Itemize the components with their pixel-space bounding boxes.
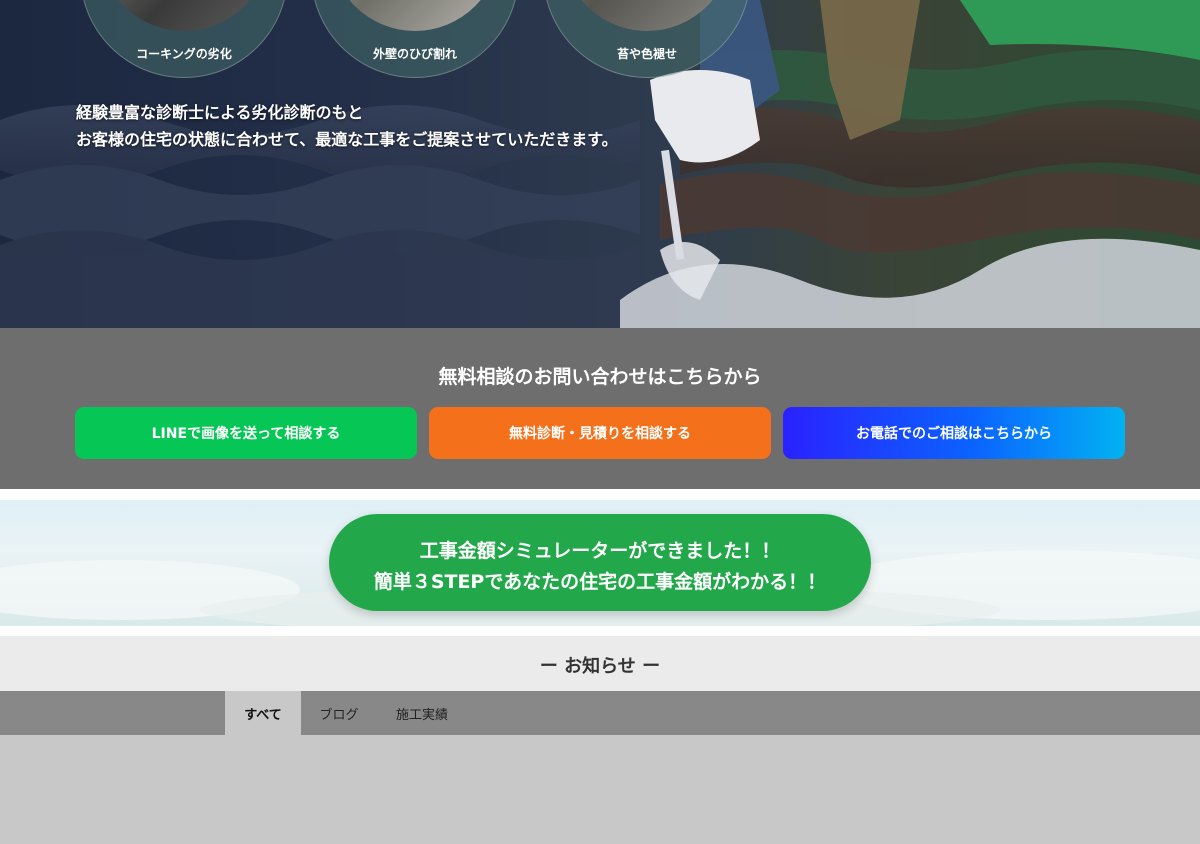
news-header: ー お知らせ ー xyxy=(0,636,1200,691)
tab-blog[interactable]: ブログ xyxy=(301,691,377,735)
hero-description: 経験豊富な診断士による劣化診断のもと お客様の住宅の状態に合わせて、最適な工事を… xyxy=(76,99,618,153)
circle-label: 外壁のひび割れ xyxy=(372,47,457,61)
news-list-area xyxy=(0,735,1200,844)
simulator-banner[interactable]: 工事金額シミュレーターができました！！ 簡単３STEPであなたの住宅の工事金額が… xyxy=(0,500,1200,626)
phone-consult-button[interactable]: お電話でのご相談はこちらから xyxy=(783,407,1125,459)
tab-all[interactable]: すべて xyxy=(225,691,301,735)
hero-text-line: お客様の住宅の状態に合わせて、最適な工事をご提案させていただきます。 xyxy=(76,130,618,149)
simulator-line2: 簡単３STEPであなたの住宅の工事金額がわかる！！ xyxy=(373,571,827,593)
line-consult-button[interactable]: LINEで画像を送って相談する xyxy=(75,407,417,459)
moss-fading-photo xyxy=(562,0,732,31)
caulking-photo xyxy=(99,0,269,31)
contact-section: 無料相談のお問い合わせはこちらから LINEで画像を送って相談する 無料診断・見… xyxy=(0,328,1200,489)
simulator-line1: 工事金額シミュレーターができました！！ xyxy=(419,540,781,562)
simulator-button[interactable]: 工事金額シミュレーターができました！！ 簡単３STEPであなたの住宅の工事金額が… xyxy=(329,514,871,611)
hero-section: コーキングの劣化 外壁のひび割れ 苔や色褪せ 経験豊富な診断士による劣化診断のも… xyxy=(0,0,1200,328)
hero-text-line: 経験豊富な診断士による劣化診断のもと xyxy=(76,103,364,122)
tab-construction-results[interactable]: 施工実績 xyxy=(377,691,467,735)
free-diagnosis-button[interactable]: 無料診断・見積りを相談する xyxy=(429,407,771,459)
divider xyxy=(0,489,1200,500)
news-title: ー お知らせ ー xyxy=(539,656,661,677)
divider xyxy=(0,626,1200,636)
contact-title: 無料相談のお問い合わせはこちらから xyxy=(438,366,762,388)
circle-label: 苔や色褪せ xyxy=(616,47,677,61)
wall-cracks-photo xyxy=(330,0,500,31)
news-tabs: すべて ブログ 施工実績 xyxy=(0,691,1200,735)
circle-label: コーキングの劣化 xyxy=(136,47,232,61)
